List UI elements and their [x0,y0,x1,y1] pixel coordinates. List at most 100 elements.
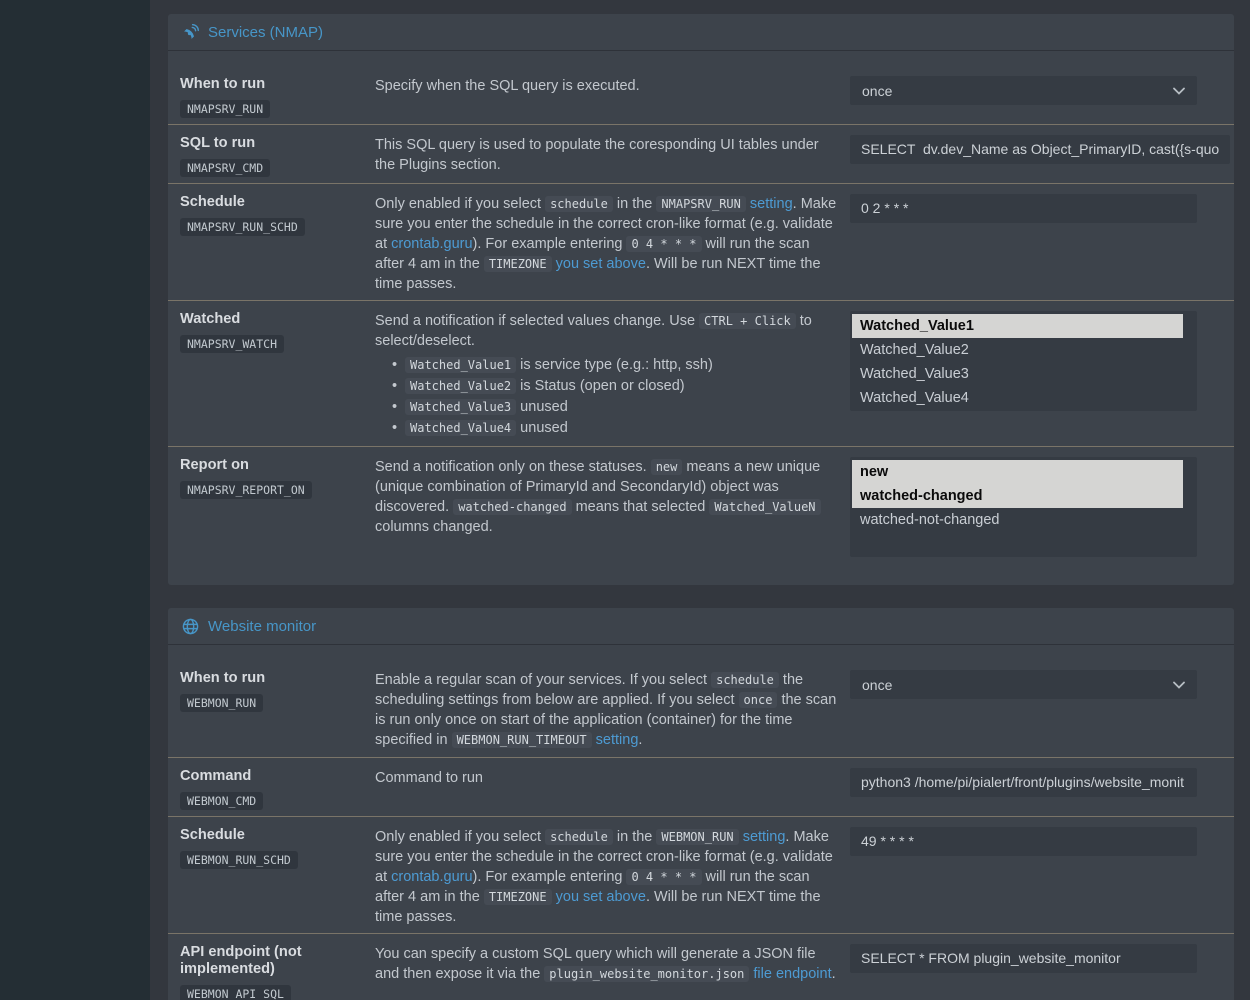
setting-description: This SQL query is used to populate the c… [375,135,850,177]
listbox-option[interactable]: Watched_Value2 [852,338,1183,362]
desc-link[interactable]: setting [743,829,786,845]
desc-text: is Status (open or closed) [516,378,684,394]
settings-row: Command WEBMON_CMD Command to run python3 /… [168,757,1234,816]
section-header: Website monitor [168,608,1234,645]
section-title: Website monitor [208,618,316,635]
section-panel-website-monitor: Website monitor When to run WEBMON_RUN Ena… [168,608,1234,1000]
settings-row: API endpoint (not implemented) WEBMON_API… [168,933,1234,1000]
inline-code: new [651,459,683,475]
setting-label: Schedule [180,194,375,211]
desc-text: unused [516,420,568,436]
desc-link[interactable]: crontab.guru [391,869,472,885]
text-input[interactable]: 49 * * * * [850,827,1197,856]
chevron-down-icon [1173,87,1185,95]
desc-text: Command to run [375,770,483,786]
settings-row: Schedule NMAPSRV_RUN_SCHD Only enabled if … [168,183,1234,300]
globe-icon [182,618,199,635]
select-input[interactable]: once [850,76,1197,105]
setting-key-badge: NMAPSRV_RUN_SCHD [180,218,305,236]
listbox-option[interactable]: new [852,460,1183,484]
desc-text: in the [613,829,657,845]
bullet-item: Watched_Value3 unused [375,397,838,418]
select-value: once [862,83,892,99]
desc-link[interactable]: crontab.guru [391,236,472,252]
select-value: once [862,677,892,693]
desc-link[interactable]: you set above [556,889,646,905]
listbox-option[interactable]: Watched_Value3 [852,362,1183,386]
setting-description: Enable a regular scan of your services. … [375,670,850,751]
desc-link[interactable]: setting [596,732,639,748]
text-input[interactable]: python3 /home/pi/pialert/front/plugins/w… [850,768,1197,797]
section-rows: When to runNMAPSRV_RUNSpecify when the S… [168,51,1234,585]
listbox[interactable]: Watched_Value1Watched_Value2Watched_Valu… [850,311,1197,411]
inline-code: once [739,692,778,708]
setting-label: Report on [180,457,375,474]
section-panel-services-nmap: Services (NMAP) When to runNMAPSRV_RUNSp… [168,14,1234,585]
setting-description: Command to run [375,768,850,810]
setting-control-cell: 49 * * * * [850,827,1197,927]
inline-code: watched-changed [453,499,571,515]
setting-control-cell: newwatched-changedwatched-not-changed [850,457,1197,579]
satellite-dish-icon [182,24,199,41]
inline-code: NMAPSRV_RUN [656,196,745,212]
select-input[interactable]: once [850,670,1197,699]
desc-text: Only enabled if you select [375,196,545,212]
listbox[interactable]: newwatched-changedwatched-not-changed [850,457,1197,557]
setting-key-badge: NMAPSRV_CMD [180,159,270,177]
desc-text: in the [613,196,657,212]
desc-text: columns changed. [375,519,493,535]
setting-control-cell: SELECT * FROM plugin_website_monitor [850,944,1197,1000]
desc-text: Only enabled if you select [375,829,545,845]
inline-code: Watched_Value3 [405,399,516,415]
setting-description: Specify when the SQL query is executed. [375,76,850,118]
desc-link[interactable]: setting [750,196,793,212]
text-input[interactable]: 0 2 * * * [850,194,1197,223]
listbox-option[interactable]: Watched_Value4 [852,386,1183,410]
text-input[interactable]: SELECT dv.dev_Name as Object_PrimaryID, … [850,135,1230,164]
setting-label-cell: WatchedNMAPSRV_WATCH [180,311,375,440]
settings-row: ScheduleWEBMON_RUN_SCHDOnly enabled if y… [168,816,1234,933]
setting-label-cell: API endpoint (not implemented) WEBMON_API… [180,944,375,1000]
bullet-item: Watched_Value1 is service type (e.g.: ht… [375,355,838,376]
desc-text: Specify when the SQL query is executed. [375,78,640,94]
desc-link[interactable]: file endpoint [753,966,831,982]
desc-text: means that selected [572,499,710,515]
setting-description: Only enabled if you select schedule in t… [375,827,850,927]
settings-row: Report onNMAPSRV_REPORT_ONSend a notific… [168,446,1234,585]
section-title: Services (NMAP) [208,24,323,41]
bullet-item: Watched_Value4 unused [375,418,838,439]
inline-code: schedule [545,829,613,845]
listbox-option[interactable]: watched-changed [852,484,1183,508]
text-input[interactable]: SELECT * FROM plugin_website_monitor [850,944,1197,973]
setting-control-cell: once [850,76,1197,118]
setting-control-cell: SELECT dv.dev_Name as Object_PrimaryID, … [850,135,1230,177]
setting-key-badge: WEBMON_RUN [180,694,263,712]
setting-control-cell: 0 2 * * * [850,194,1197,294]
inline-code: schedule [711,672,779,688]
setting-label-cell: When to runNMAPSRV_RUN [180,76,375,118]
setting-key-badge: NMAPSRV_REPORT_ON [180,481,312,499]
inline-code: Watched_ValueN [709,499,820,515]
desc-text: ). For example entering [473,236,627,252]
listbox-option[interactable]: Watched_Value1 [852,314,1183,338]
setting-label: When to run [180,670,375,687]
setting-label: Watched [180,311,375,328]
setting-label: API endpoint (not implemented) [180,944,375,978]
settings-row: When to runNMAPSRV_RUNSpecify when the S… [168,51,1234,124]
setting-label: Schedule [180,827,375,844]
setting-key-badge: WEBMON_CMD [180,792,263,810]
inline-code: Watched_Value1 [405,357,516,373]
setting-label: SQL to run [180,135,375,152]
desc-text: . [638,732,642,748]
desc-link[interactable]: you set above [556,256,646,272]
section-header: Services (NMAP) [168,14,1234,51]
listbox-option[interactable]: watched-not-changed [852,508,1183,532]
setting-label-cell: Command WEBMON_CMD [180,768,375,810]
inline-code: 0 4 * * * [626,236,701,252]
settings-content: Services (NMAP) When to runNMAPSRV_RUNSp… [168,14,1234,1000]
chevron-down-icon [1173,681,1185,689]
setting-description: You can specify a custom SQL query which… [375,944,850,1000]
inline-code: Watched_Value2 [405,378,516,394]
setting-key-badge: WEBMON_API_SQL [180,985,291,1000]
setting-label: Command [180,768,375,785]
